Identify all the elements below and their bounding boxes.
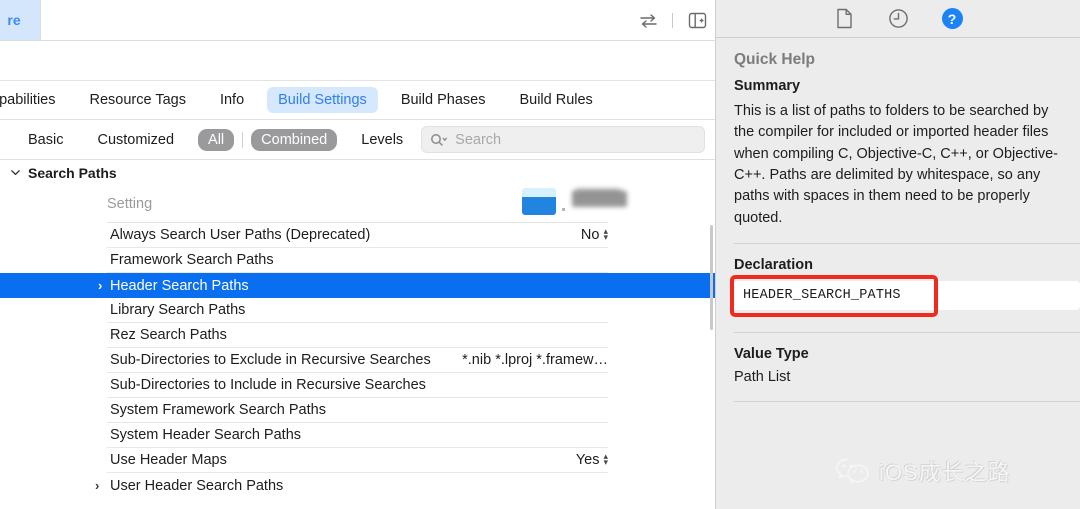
quick-help-title: Quick Help bbox=[734, 51, 815, 68]
setting-value[interactable]: *.nib *.lproj *.framew… bbox=[462, 352, 608, 368]
header-dot bbox=[562, 208, 565, 211]
setting-name: Header Search Paths bbox=[110, 277, 249, 294]
summary-section: Summary This is a list of paths to folde… bbox=[716, 78, 1080, 229]
value-type-heading: Value Type bbox=[734, 345, 809, 362]
declaration-field-wrap: HEADER_SEARCH_PATHS bbox=[730, 274, 1080, 317]
section-divider bbox=[734, 400, 1080, 402]
table-row[interactable]: Rez Search Paths bbox=[107, 323, 608, 348]
chevron-right-icon[interactable]: › bbox=[95, 478, 99, 493]
section-divider bbox=[734, 331, 1080, 333]
toolbar-divider bbox=[672, 12, 673, 28]
tab-build-rules[interactable]: Build Rules bbox=[508, 87, 603, 113]
table-row[interactable]: Sub-Directories to Include in Recursive … bbox=[107, 373, 608, 398]
setting-name: Library Search Paths bbox=[110, 302, 246, 318]
setting-name: Framework Search Paths bbox=[110, 252, 274, 268]
related-items-icon[interactable] bbox=[636, 8, 660, 32]
declaration-section: Declaration bbox=[716, 257, 1080, 273]
setting-name: User Header Search Paths bbox=[110, 477, 284, 494]
wechat-logo-icon bbox=[834, 456, 872, 486]
build-settings-table: Search Paths Setting Always Search User … bbox=[0, 160, 715, 509]
watermark: iOS成长之路 bbox=[834, 455, 1011, 487]
add-editor-icon[interactable] bbox=[685, 8, 709, 32]
target-app-icon bbox=[522, 188, 556, 215]
magnifier-chevron-icon bbox=[430, 133, 449, 147]
filter-all[interactable]: All bbox=[198, 128, 235, 151]
section-divider bbox=[734, 242, 1080, 244]
xcode-window: re pabilities Resource Tags Info Build S… bbox=[0, 0, 1080, 509]
project-editor-tabs: apabilities Resource Tags Info Build Set… bbox=[0, 81, 715, 120]
setting-value-text: No bbox=[580, 227, 600, 243]
tab-build-phases[interactable]: Build Phases bbox=[390, 87, 497, 113]
quick-help-inspector-icon[interactable]: ? bbox=[939, 6, 965, 32]
watermark-text: iOS成长之路 bbox=[879, 460, 1011, 485]
table-row[interactable]: System Framework Search Paths bbox=[107, 398, 608, 423]
table-row-selected[interactable]: › Header Search Paths bbox=[0, 273, 715, 298]
editor-blank-band bbox=[0, 41, 715, 81]
tab-capabilities[interactable]: apabilities bbox=[0, 87, 67, 113]
inspector-tab-bar: ? bbox=[716, 0, 1080, 38]
tab-info[interactable]: Info bbox=[209, 87, 255, 113]
editor-pane: re pabilities Resource Tags Info Build S… bbox=[0, 0, 715, 509]
setting-value-text: *.nib *.lproj *.framew… bbox=[462, 352, 608, 368]
setting-name: System Header Search Paths bbox=[110, 427, 302, 443]
filter-combined[interactable]: Combined bbox=[251, 128, 338, 151]
setting-name: Sub-Directories to Include in Recursive … bbox=[110, 377, 426, 393]
setting-name: Always Search User Paths (Deprecated) bbox=[110, 227, 371, 243]
table-row[interactable]: Sub-Directories to Exclude in Recursive … bbox=[107, 348, 608, 373]
table-row[interactable]: Framework Search Paths bbox=[107, 248, 608, 273]
search-input[interactable]: Search bbox=[421, 126, 705, 153]
table-row[interactable]: Always Search User Paths (Deprecated) No… bbox=[107, 223, 608, 248]
editor-tab-partial-label: re bbox=[7, 12, 21, 28]
table-row[interactable]: Library Search Paths bbox=[107, 298, 608, 323]
setting-value[interactable]: No ▴ ▾ bbox=[581, 227, 608, 243]
history-inspector-icon[interactable] bbox=[885, 6, 911, 32]
chevron-down-icon[interactable] bbox=[10, 167, 21, 178]
target-name-redacted-top bbox=[575, 189, 621, 197]
value-type-value: Path List bbox=[734, 368, 791, 385]
declaration-field[interactable]: HEADER_SEARCH_PATHS bbox=[734, 280, 1080, 310]
setting-name: Rez Search Paths bbox=[110, 327, 227, 343]
editor-tab-empty-area bbox=[40, 0, 715, 40]
build-settings-filter-bar: Basic Customized All Combined Levels Sea… bbox=[0, 120, 715, 160]
popup-stepper-icon[interactable]: ▴ ▾ bbox=[603, 227, 608, 241]
inspector-pane: ? Quick Help Summary This is a list of p… bbox=[715, 0, 1080, 509]
setting-value-text: Yes bbox=[575, 452, 600, 468]
vertical-scrollbar[interactable] bbox=[710, 225, 713, 330]
filter-basic[interactable]: Basic bbox=[18, 129, 73, 151]
settings-group-search-paths[interactable]: Search Paths bbox=[0, 160, 715, 185]
quick-help-badge-glyph: ? bbox=[941, 8, 963, 29]
summary-heading: Summary bbox=[734, 78, 801, 94]
table-row[interactable]: › User Header Search Paths bbox=[95, 473, 608, 498]
value-type-section: Value Type Path List bbox=[716, 346, 1080, 385]
filter-divider bbox=[242, 131, 244, 148]
editor-toolbar-icons bbox=[636, 0, 709, 40]
table-row[interactable]: Use Header Maps Yes ▴ ▾ bbox=[107, 448, 608, 473]
settings-group-label: Search Paths bbox=[28, 164, 117, 181]
file-inspector-icon[interactable] bbox=[831, 6, 857, 32]
setting-value[interactable]: Yes ▴ ▾ bbox=[576, 452, 608, 468]
tab-resource-tags[interactable]: Resource Tags bbox=[79, 87, 197, 113]
table-row[interactable]: System Header Search Paths bbox=[107, 423, 608, 448]
column-header-setting: Setting bbox=[107, 195, 153, 212]
chevron-right-icon[interactable]: › bbox=[98, 278, 102, 293]
filter-customized[interactable]: Customized bbox=[87, 129, 184, 151]
setting-name: System Framework Search Paths bbox=[110, 402, 326, 418]
setting-name: Sub-Directories to Exclude in Recursive … bbox=[110, 352, 431, 368]
declaration-heading: Declaration bbox=[734, 256, 813, 273]
filter-levels[interactable]: Levels bbox=[351, 129, 413, 151]
setting-name: Use Header Maps bbox=[110, 452, 227, 468]
popup-stepper-icon[interactable]: ▴ ▾ bbox=[603, 452, 608, 466]
summary-body: This is a list of paths to folders to be… bbox=[734, 103, 1058, 226]
editor-tab-strip: re bbox=[0, 0, 715, 41]
tab-build-settings[interactable]: Build Settings bbox=[267, 87, 378, 113]
editor-tab-partial[interactable]: re bbox=[0, 0, 40, 40]
search-placeholder: Search bbox=[455, 131, 502, 148]
table-column-header: Setting bbox=[107, 185, 627, 223]
